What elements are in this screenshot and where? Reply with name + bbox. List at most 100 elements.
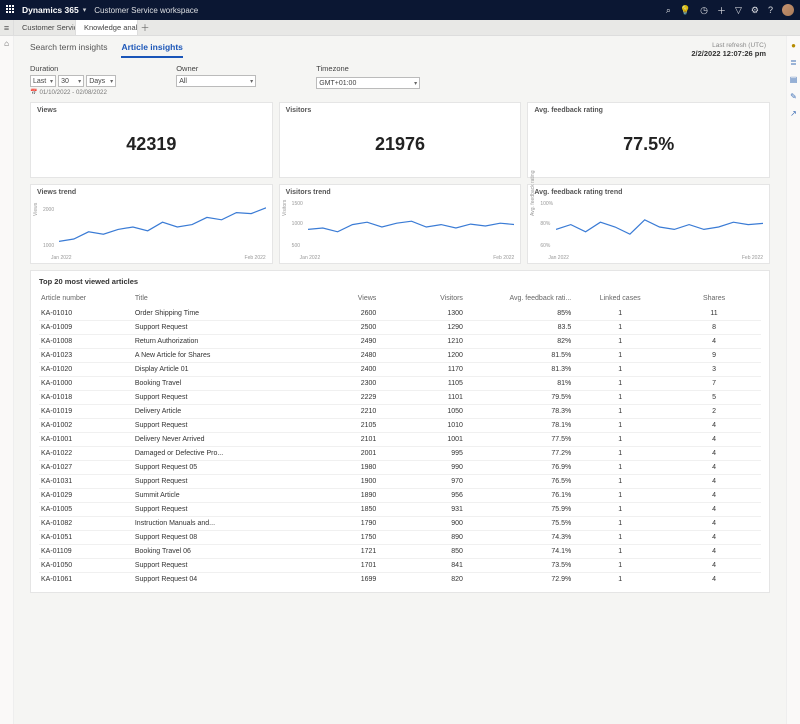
panel-rail-icon[interactable]: ▤ (790, 75, 798, 84)
table-row[interactable]: KA-01000Booking Travel2300110581%17 (39, 377, 761, 391)
table-row[interactable]: KA-01031Support Request190097076.5%14 (39, 475, 761, 489)
search-icon[interactable]: ⌕ (666, 5, 671, 16)
cell-title: Support Request 05 (133, 461, 306, 475)
trend-cards: Views trend Views 2000 1000 Jan 2022 Feb… (14, 178, 786, 264)
rating-value: 77.5% (534, 134, 763, 155)
bulb-rail-icon[interactable]: ● (791, 41, 796, 50)
table-row[interactable]: KA-01009Support Request2500129083.518 (39, 321, 761, 335)
table-row[interactable]: KA-01008Return Authorization2490121082%1… (39, 335, 761, 349)
cell-views: 2101 (306, 433, 378, 447)
duration-num-select[interactable]: 30▾ (58, 75, 84, 87)
col-article-number[interactable]: Article number (39, 292, 133, 306)
subtab-search-term[interactable]: Search term insights (30, 42, 107, 58)
cell-title: Support Request (133, 503, 306, 517)
cell-shares: 4 (667, 559, 761, 573)
app-launcher-icon[interactable] (6, 5, 16, 15)
duration-filter: Duration Last▾ 30▾ Days▾ 01/10/2022 - 02… (30, 64, 116, 96)
cell-visitors: 841 (378, 559, 465, 573)
cell-title: Support Request (133, 391, 306, 405)
chevron-down-icon[interactable]: ▾ (83, 6, 87, 14)
table-row[interactable]: KA-01029Summit Article189095676.1%14 (39, 489, 761, 503)
clock-icon[interactable]: ◷ (700, 5, 708, 16)
tab-customer-service[interactable]: Customer Service ... (14, 20, 76, 35)
cell-rating: 76.5% (465, 475, 573, 489)
cell-title: Instruction Manuals and... (133, 517, 306, 531)
new-tab-button[interactable]: ＋ (138, 20, 152, 35)
cell-title: Booking Travel 06 (133, 545, 306, 559)
cell-title: Return Authorization (133, 335, 306, 349)
timezone-label: Timezone (316, 64, 420, 73)
left-rail: ⌂ (0, 36, 14, 724)
cell-article-number: KA-01082 (39, 517, 133, 531)
card-title: Avg. feedback rating (534, 107, 763, 114)
rating-trend-card: Avg. feedback rating trend Avg. feedback… (527, 184, 770, 264)
cell-views: 1701 (306, 559, 378, 573)
cell-shares: 7 (667, 377, 761, 391)
share-rail-icon[interactable]: ↗ (790, 109, 797, 118)
table-row[interactable]: KA-01002Support Request2105101078.1%14 (39, 419, 761, 433)
table-row[interactable]: KA-01082Instruction Manuals and...179090… (39, 517, 761, 531)
duration-unit-select[interactable]: Days▾ (86, 75, 116, 87)
add-icon[interactable]: ＋ (717, 4, 726, 17)
tab-label: Customer Service ... (22, 23, 76, 32)
tab-knowledge-analytics[interactable]: Knowledge analytics - Ins...✕ (76, 20, 138, 35)
y-tick: 1000 (43, 243, 54, 249)
cell-article-number: KA-01010 (39, 306, 133, 321)
cell-rating: 74.3% (465, 531, 573, 545)
table-row[interactable]: KA-01010Order Shipping Time2600130085%11… (39, 306, 761, 321)
y-axis-label: Avg. feedback rating (530, 171, 536, 217)
cell-visitors: 1210 (378, 335, 465, 349)
cell-visitors: 1050 (378, 405, 465, 419)
cell-visitors: 1105 (378, 377, 465, 391)
table-row[interactable]: KA-01019Delivery Article2210105078.3%12 (39, 405, 761, 419)
gear-icon[interactable]: ⚙ (751, 5, 759, 16)
list-rail-icon[interactable]: ≣ (790, 58, 797, 67)
col-shares[interactable]: Shares (667, 292, 761, 306)
timezone-select[interactable]: GMT+01:00▾ (316, 77, 420, 89)
table-row[interactable]: KA-01022Damaged or Defective Pro...20019… (39, 447, 761, 461)
avatar[interactable] (782, 4, 794, 16)
col-visitors[interactable]: Visitors (378, 292, 465, 306)
col-rating[interactable]: Avg. feedback rati... (465, 292, 573, 306)
cell-title: Support Request 04 (133, 573, 306, 587)
table-row[interactable]: KA-01050Support Request170184173.5%14 (39, 559, 761, 573)
cell-article-number: KA-01001 (39, 433, 133, 447)
help-icon[interactable]: ? (768, 5, 773, 15)
bulb-icon[interactable]: 💡 (680, 5, 691, 16)
filter-icon[interactable]: ▽ (735, 5, 742, 16)
table-row[interactable]: KA-01027Support Request 05198099076.9%14 (39, 461, 761, 475)
cell-linked: 1 (573, 489, 667, 503)
table-row[interactable]: KA-01001Delivery Never Arrived2101100177… (39, 433, 761, 447)
subtab-article-insights[interactable]: Article insights (121, 42, 182, 58)
hamburger-icon[interactable]: ≡ (0, 20, 14, 35)
last-refresh: Last refresh (UTC) 2/2/2022 12:07:26 pm (691, 42, 770, 58)
table-row[interactable]: KA-01061Support Request 04169982072.9%14 (39, 573, 761, 587)
col-title[interactable]: Title (133, 292, 306, 306)
col-linked[interactable]: Linked cases (573, 292, 667, 306)
table-row[interactable]: KA-01020Display Article 012400117081.3%1… (39, 363, 761, 377)
table-row[interactable]: KA-01051Support Request 08175089074.3%14 (39, 531, 761, 545)
cell-rating: 75.5% (465, 517, 573, 531)
cell-title: Support Request (133, 321, 306, 335)
table-row[interactable]: KA-01023A New Article for Shares24801200… (39, 349, 761, 363)
col-views[interactable]: Views (306, 292, 378, 306)
table-row[interactable]: KA-01005Support Request185093175.9%14 (39, 503, 761, 517)
duration-last-select[interactable]: Last▾ (30, 75, 56, 87)
brand-name[interactable]: Dynamics 365 (22, 5, 79, 15)
cell-article-number: KA-01020 (39, 363, 133, 377)
cell-visitors: 1001 (378, 433, 465, 447)
cell-linked: 1 (573, 306, 667, 321)
cell-linked: 1 (573, 447, 667, 461)
table-row[interactable]: KA-01109Booking Travel 06172185074.1%14 (39, 545, 761, 559)
cell-shares: 4 (667, 573, 761, 587)
cell-views: 2480 (306, 349, 378, 363)
cell-visitors: 1010 (378, 419, 465, 433)
home-icon[interactable]: ⌂ (4, 39, 9, 48)
edit-rail-icon[interactable]: ✎ (790, 92, 797, 101)
visitors-card: Visitors 21976 (279, 102, 522, 178)
views-sparkline (59, 203, 266, 251)
owner-select[interactable]: All▾ (176, 75, 256, 87)
table-row[interactable]: KA-01018Support Request2229110179.5%15 (39, 391, 761, 405)
rating-sparkline (556, 203, 763, 251)
cell-linked: 1 (573, 321, 667, 335)
